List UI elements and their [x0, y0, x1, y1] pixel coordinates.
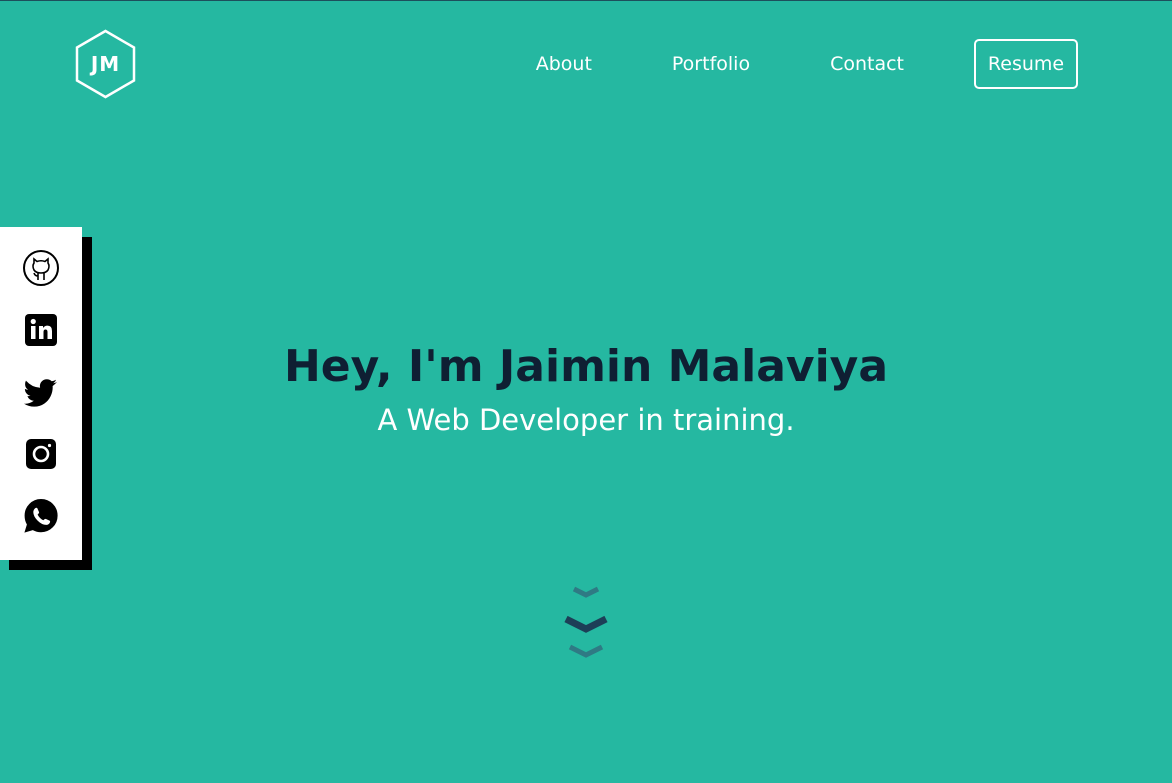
- chevron-down-icon: [564, 586, 608, 658]
- hero-subtitle: A Web Developer in training.: [377, 403, 795, 437]
- instagram-link[interactable]: [21, 434, 61, 474]
- social-sidebar: [0, 227, 82, 560]
- logo-text: JM: [90, 52, 121, 76]
- instagram-icon: [26, 439, 56, 469]
- github-link[interactable]: [21, 248, 61, 288]
- nav-link-about[interactable]: About: [536, 39, 592, 89]
- whatsapp-link[interactable]: [21, 496, 61, 536]
- page: JM About Portfolio Contact Resume Hey, I…: [0, 0, 1172, 783]
- hero-title: Hey, I'm Jaimin Malaviya: [283, 341, 889, 392]
- github-icon: [23, 250, 59, 286]
- nav-link-portfolio[interactable]: Portfolio: [672, 39, 750, 89]
- logo[interactable]: JM: [74, 29, 137, 99]
- nav-link-contact[interactable]: Contact: [830, 39, 904, 89]
- resume-button[interactable]: Resume: [974, 39, 1078, 89]
- scroll-down-indicator[interactable]: [562, 585, 610, 665]
- whatsapp-icon: [24, 499, 58, 533]
- main-nav: About Portfolio Contact Resume: [536, 39, 1078, 89]
